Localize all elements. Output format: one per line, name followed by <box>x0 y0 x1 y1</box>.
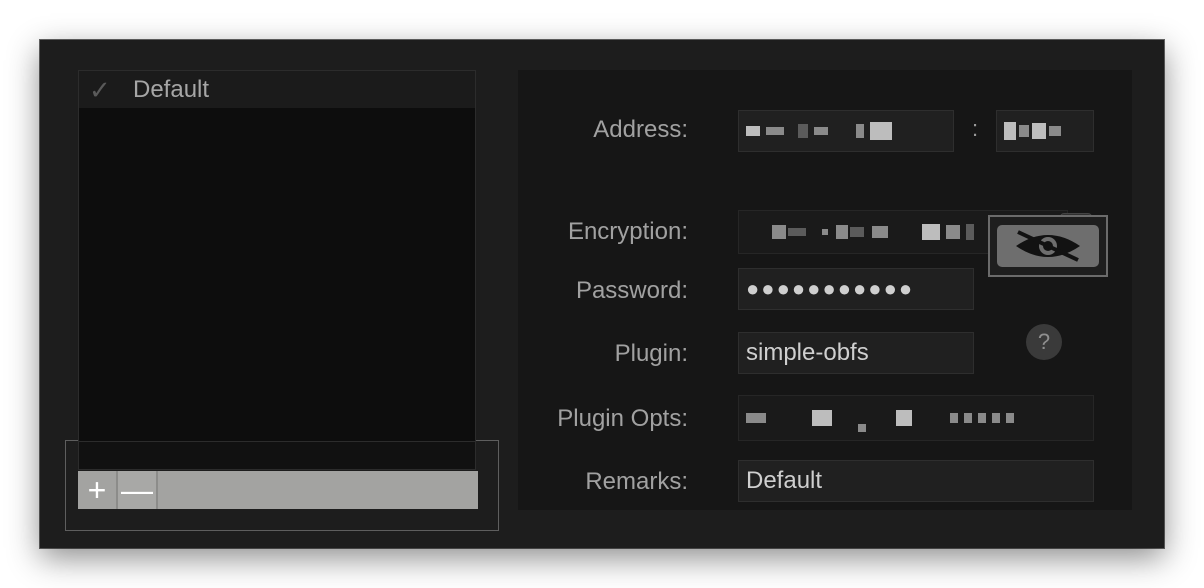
address-redacted <box>746 122 898 140</box>
encryption-label: Encryption: <box>567 218 688 245</box>
list-footer <box>78 442 476 470</box>
remove-server-button[interactable]: — <box>118 471 158 509</box>
remarks-label: Remarks: <box>585 468 688 495</box>
address-label: Address: <box>593 116 688 143</box>
encryption-redacted <box>772 224 980 240</box>
plugin-label: Plugin: <box>614 340 688 367</box>
remarks-value: Default <box>746 467 823 494</box>
port-field[interactable] <box>996 110 1094 152</box>
checkmark-icon: ✓ <box>89 74 111 105</box>
list-item[interactable]: ✓ Default <box>79 71 475 108</box>
add-server-button[interactable]: + <box>78 471 118 509</box>
plugin-opts-redacted <box>746 404 1020 432</box>
plugin-field[interactable]: simple-obfs <box>738 332 974 374</box>
password-toggle-focus-ring <box>988 215 1108 277</box>
help-icon[interactable]: ? <box>1026 324 1062 360</box>
address-field[interactable] <box>738 110 954 152</box>
list-toolbar: + — <box>78 471 478 509</box>
port-redacted <box>1004 122 1067 140</box>
plugin-value: simple-obfs <box>746 339 869 366</box>
server-list[interactable]: ✓ Default <box>78 70 476 442</box>
remarks-field[interactable]: Default <box>738 460 1094 502</box>
eye-slash-icon[interactable] <box>997 225 1099 267</box>
plugin-opts-field[interactable] <box>738 395 1094 441</box>
plugin-opts-label: Plugin Opts: <box>557 405 688 432</box>
password-label: Password: <box>575 277 688 304</box>
password-value: ●●●●●●●●●●● <box>746 276 915 301</box>
port-separator: : <box>972 116 979 141</box>
preferences-window: ✓ Default + — Address: : Encryption: Pas… <box>40 40 1164 548</box>
password-field[interactable]: ●●●●●●●●●●● <box>738 268 974 310</box>
list-item-label: Default <box>133 75 210 103</box>
server-detail-form: Address: : Encryption: Password: ●●●●●●●… <box>518 70 1132 510</box>
